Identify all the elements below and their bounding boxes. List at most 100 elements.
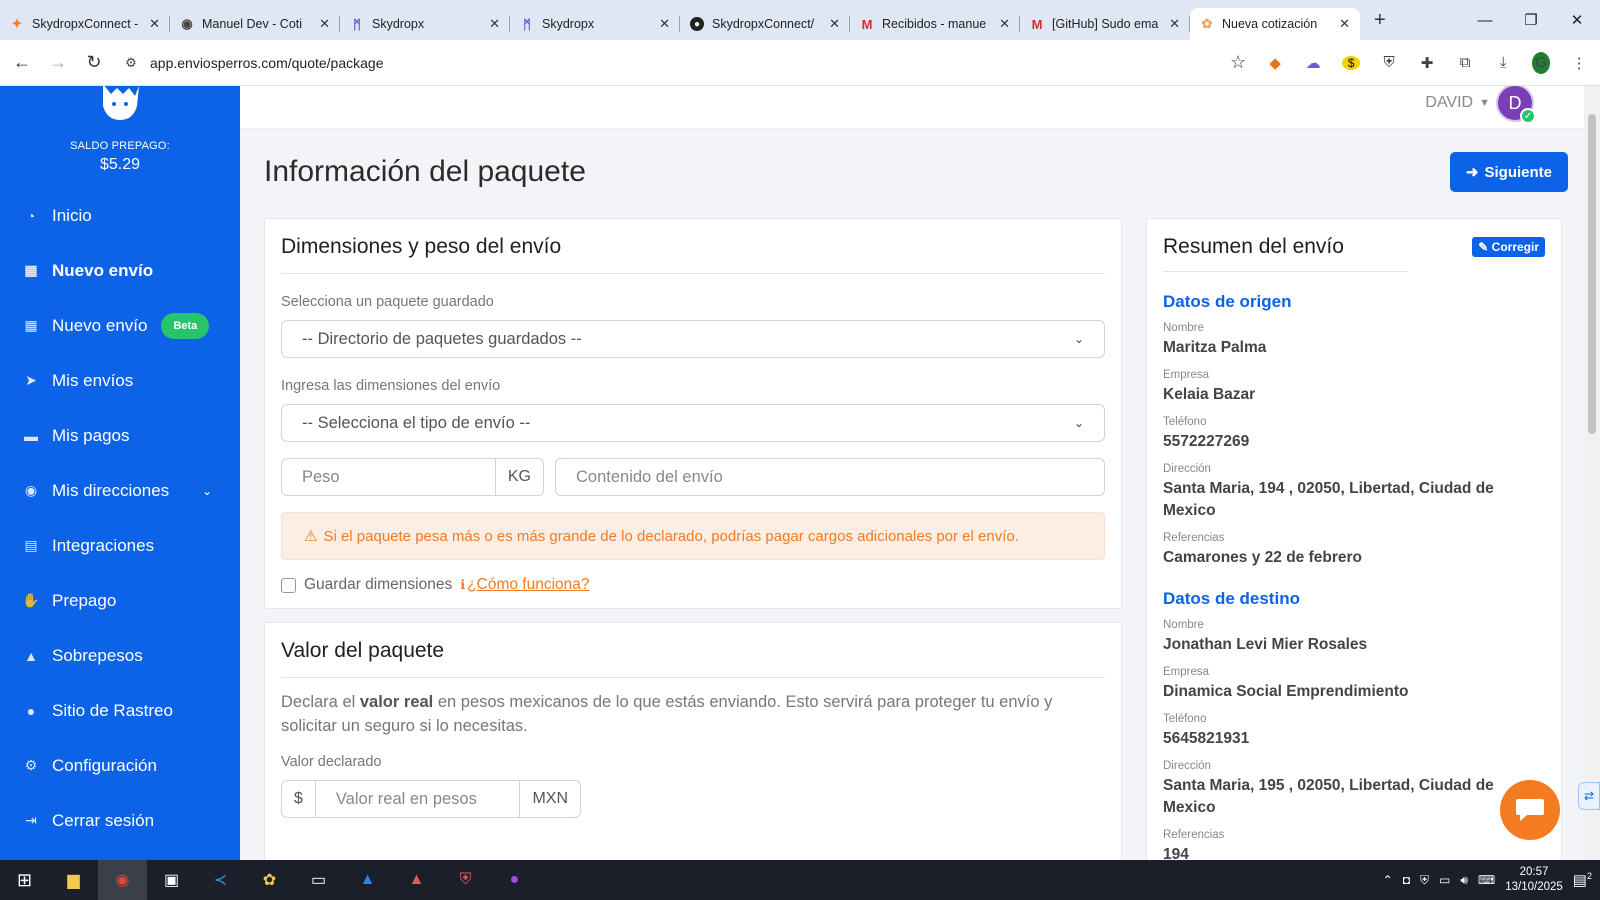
- metamask-icon[interactable]: ◆: [1266, 54, 1284, 72]
- origin-address: Santa Maria, 194 , 02050, Libertad, Ciud…: [1163, 480, 1494, 519]
- new-tab-icon[interactable]: +: [1374, 9, 1386, 32]
- windows-start-icon[interactable]: ⊞: [0, 860, 49, 900]
- weight-input[interactable]: Peso: [282, 459, 495, 495]
- browser-tab[interactable]: M [GitHub] Sudo ema ✕: [1020, 8, 1190, 40]
- content-input[interactable]: Contenido del envío: [556, 459, 1104, 495]
- vscode-icon[interactable]: ≺: [196, 860, 245, 900]
- bookmark-star-icon[interactable]: ☆: [1230, 52, 1246, 73]
- saved-package-select[interactable]: -- Directorio de paquetes guardados -- ⌄: [281, 320, 1105, 358]
- github-desktop-icon[interactable]: ●: [490, 860, 539, 900]
- save-dimensions-checkbox[interactable]: [281, 577, 296, 593]
- app-window-icon[interactable]: ▣: [147, 860, 196, 900]
- back-icon[interactable]: ←: [4, 52, 40, 73]
- declared-value-input[interactable]: Valor real en pesos: [316, 781, 520, 817]
- url-field[interactable]: ⚙ app.enviosperros.com/quote/package: [120, 46, 1190, 80]
- page-title: Información del paquete: [264, 155, 586, 188]
- scrollbar-thumb[interactable]: [1588, 114, 1596, 434]
- page-scrollbar[interactable]: [1584, 86, 1600, 860]
- gmail-icon: M: [861, 16, 873, 32]
- browser-tab-active[interactable]: ✿ Nueva cotización ✕: [1190, 8, 1360, 40]
- sidebar-item-integraciones[interactable]: ▤ Integraciones: [0, 518, 240, 573]
- reload-icon[interactable]: ↻: [76, 52, 112, 73]
- clock[interactable]: 20:57 13/10/2025: [1505, 865, 1563, 895]
- profile-avatar[interactable]: G: [1532, 51, 1551, 74]
- sidebar-item-label: Sitio de Rastreo: [52, 700, 173, 720]
- origin-name-label: Nombre: [1163, 322, 1204, 334]
- minimize-icon[interactable]: —: [1462, 0, 1508, 40]
- volume-icon[interactable]: 🔊︎: [1460, 873, 1468, 888]
- tab-search-icon[interactable]: ⧉: [1456, 54, 1474, 71]
- chat-bubble-icon: [1516, 799, 1544, 821]
- browser-tab[interactable]: ◉ Manuel Dev - Coti ✕: [170, 8, 340, 40]
- sidebar-item-nuevo-envio[interactable]: ▦ Nuevo envío: [0, 243, 240, 298]
- content-input-group: Contenido del envío: [555, 458, 1105, 496]
- forward-icon[interactable]: →: [40, 52, 76, 73]
- sidebar-item-cerrar-sesion[interactable]: ⇥ Cerrar sesión: [0, 793, 240, 848]
- edit-button[interactable]: ✎ Corregir: [1472, 237, 1545, 257]
- acrobat-icon[interactable]: ▲: [392, 860, 441, 900]
- chevron-up-icon[interactable]: ⌃: [1383, 873, 1393, 887]
- window-controls: — ❐ ✕: [1462, 0, 1600, 40]
- tab-label: [GitHub] Sudo ema: [1052, 17, 1159, 31]
- browser-menu-icon[interactable]: ⋮: [1570, 54, 1588, 72]
- file-explorer-icon[interactable]: ▆: [49, 860, 98, 900]
- restore-icon[interactable]: ❐: [1508, 0, 1554, 40]
- browser-tab[interactable]: ᛗ Skydropx ✕: [510, 8, 680, 40]
- notifications-icon[interactable]: ▤2: [1573, 871, 1592, 889]
- close-window-icon[interactable]: ✕: [1554, 0, 1600, 40]
- site-settings-icon[interactable]: ⚙: [120, 55, 142, 71]
- sidebar-item-label: Cerrar sesión: [52, 810, 155, 830]
- security-icon[interactable]: ⛨: [1420, 873, 1429, 888]
- how-it-works-link[interactable]: ¿Cómo funciona?: [467, 576, 589, 594]
- browser-tab[interactable]: M Recibidos - manue ✕: [850, 8, 1020, 40]
- extension-cloud-icon[interactable]: ☁: [1304, 54, 1322, 72]
- download-icon[interactable]: ⤓: [1494, 54, 1512, 71]
- sidebar-item-mis-pagos[interactable]: ▬ Mis pagos: [0, 408, 240, 463]
- sidebar-item-inicio[interactable]: ◔ Inicio: [0, 188, 240, 243]
- close-tab-icon[interactable]: ✕: [1169, 16, 1180, 32]
- teamviewer-icon[interactable]: ⇄: [1578, 782, 1600, 810]
- skydropx-icon: ᛗ: [353, 16, 361, 32]
- origin-name: Maritza Palma: [1163, 339, 1267, 356]
- shipment-type-select[interactable]: -- Selecciona el tipo de envío -- ⌄: [281, 404, 1105, 442]
- tab-label: Skydropx: [372, 17, 425, 31]
- balance-value: $5.29: [99, 156, 141, 173]
- paw-app-icon[interactable]: ✿: [245, 860, 294, 900]
- chat-button[interactable]: [1500, 780, 1560, 840]
- extensions-puzzle-icon[interactable]: ✚: [1418, 54, 1436, 72]
- network-icon[interactable]: ▭: [1439, 873, 1450, 887]
- tab-label: Skydropx: [542, 17, 595, 31]
- terminal-icon[interactable]: ▭: [294, 860, 343, 900]
- balance-label: SALDO PREPAGO:: [70, 140, 170, 152]
- sidebar-item-label: Integraciones: [52, 535, 155, 555]
- close-tab-icon[interactable]: ✕: [1339, 16, 1350, 32]
- browser-tab[interactable]: ● SkydropxConnect/ ✕: [680, 8, 850, 40]
- close-tab-icon[interactable]: ✕: [319, 16, 330, 32]
- sidebar-item-mis-envios[interactable]: ➤ Mis envíos: [0, 353, 240, 408]
- sidebar-item-nuevo-envio-beta[interactable]: ▦ Nuevo envío Beta: [0, 298, 240, 353]
- extension-shield-icon[interactable]: ⛨: [1380, 54, 1398, 71]
- avatar[interactable]: D ✓: [1496, 86, 1536, 124]
- close-tab-icon[interactable]: ✕: [489, 16, 500, 32]
- extension-dollar-icon[interactable]: $: [1342, 55, 1361, 70]
- chrome-icon[interactable]: ◉: [98, 860, 147, 900]
- chevron-down-icon: ⌄: [201, 483, 212, 498]
- close-tab-icon[interactable]: ✕: [829, 16, 840, 32]
- origin-ref-label: Referencias: [1163, 532, 1225, 544]
- close-tab-icon[interactable]: ✕: [659, 16, 670, 32]
- close-tab-icon[interactable]: ✕: [999, 16, 1010, 32]
- mcafee-icon[interactable]: ⛨: [441, 860, 490, 900]
- sidebar-item-prepago[interactable]: ✋ Prepago: [0, 573, 240, 628]
- azure-icon[interactable]: ▲: [343, 860, 392, 900]
- sidebar-item-configuracion[interactable]: ⚙ Configuración: [0, 738, 240, 793]
- sidebar-item-sitio-rastreo[interactable]: ● Sitio de Rastreo: [0, 683, 240, 738]
- user-menu[interactable]: DAVID ▼ D ✓: [1425, 86, 1536, 124]
- next-button[interactable]: ➜ Siguiente: [1449, 152, 1568, 192]
- keyboard-icon[interactable]: ⌨: [1478, 873, 1495, 887]
- close-tab-icon[interactable]: ✕: [149, 16, 160, 32]
- browser-tab[interactable]: ✦ SkydropxConnect - ✕: [0, 8, 170, 40]
- sidebar-item-sobrepesos[interactable]: ▲ Sobrepesos: [0, 628, 240, 683]
- camera-icon[interactable]: ◘: [1403, 873, 1410, 887]
- browser-tab[interactable]: ᛗ Skydropx ✕: [340, 8, 510, 40]
- sidebar-item-mis-direcciones[interactable]: ◉ Mis direcciones ⌄: [0, 463, 240, 518]
